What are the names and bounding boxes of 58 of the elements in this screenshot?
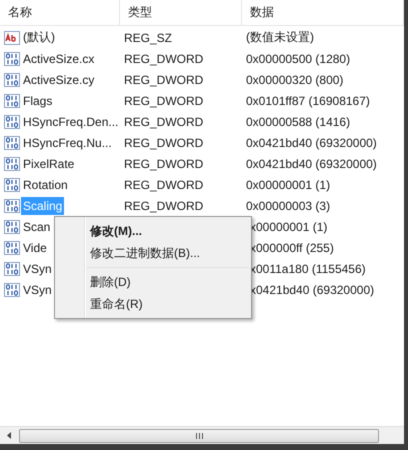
- value-name[interactable]: HSyncFreq.Nu...: [21, 134, 114, 152]
- value-data: 0x00000320 (800): [246, 72, 344, 86]
- binary-value-icon: [4, 94, 20, 108]
- value-data: 0x0421bd40 (69320000): [246, 136, 377, 150]
- value-name[interactable]: Flags: [21, 92, 54, 110]
- value-data: 0x00000500 (1280): [246, 52, 350, 66]
- value-type: REG_SZ: [124, 30, 172, 44]
- value-type: REG_DWORD: [124, 198, 204, 212]
- value-type: REG_DWORD: [124, 52, 204, 66]
- value-type: REG_DWORD: [124, 94, 204, 108]
- value-type: REG_DWORD: [124, 114, 204, 128]
- value-name[interactable]: PixelRate: [21, 154, 76, 172]
- binary-value-icon: [4, 262, 20, 276]
- column-header[interactable]: 数据: [242, 0, 404, 25]
- value-data: x00000001 (1): [250, 220, 328, 234]
- column-header[interactable]: 类型: [120, 0, 242, 25]
- menu-item[interactable]: 删除(D): [57, 271, 249, 293]
- binary-value-icon: [4, 156, 20, 170]
- value-name[interactable]: Scan: [21, 218, 52, 236]
- menu-item[interactable]: 修改(M)...: [57, 220, 249, 242]
- scrollbar-thumb[interactable]: [19, 428, 379, 442]
- binary-value-icon: [4, 178, 20, 192]
- value-data: x000000ff (255): [250, 240, 334, 254]
- value-type: REG_DWORD: [124, 178, 204, 192]
- binary-value-icon: [4, 240, 20, 254]
- menu-item[interactable]: 重命名(R): [57, 293, 249, 315]
- binary-value-icon: [4, 136, 20, 150]
- value-data: 0x0101ff87 (16908167): [246, 94, 370, 108]
- value-type: REG_DWORD: [124, 72, 204, 86]
- value-name[interactable]: HSyncFreq.Den...: [21, 112, 120, 130]
- value-name[interactable]: ActiveSize.cx: [21, 50, 96, 68]
- value-name[interactable]: (默认): [21, 27, 57, 48]
- string-value-icon: [4, 30, 20, 44]
- menu-item[interactable]: 修改二进制数据(B)...: [57, 242, 249, 264]
- value-data: x0421bd40 (69320000): [250, 282, 374, 296]
- horizontal-scrollbar[interactable]: [0, 426, 404, 444]
- value-name[interactable]: Rotation: [21, 176, 70, 194]
- binary-value-icon: [4, 220, 20, 234]
- value-data: 0x0421bd40 (69320000): [246, 156, 377, 170]
- value-name[interactable]: VSyn: [21, 280, 54, 298]
- value-name[interactable]: Vide: [21, 238, 49, 256]
- binary-value-icon: [4, 198, 20, 212]
- value-data: x0011a180 (1155456): [250, 262, 366, 276]
- binary-value-icon: [4, 114, 20, 128]
- value-data: 0x00000003 (3): [246, 198, 330, 212]
- value-data: 0x00000588 (1416): [246, 114, 350, 128]
- column-header[interactable]: 名称: [0, 0, 120, 25]
- value-data: 0x00000001 (1): [246, 178, 330, 192]
- value-type: REG_DWORD: [124, 156, 204, 170]
- binary-value-icon: [4, 282, 20, 296]
- value-data: (数值未设置): [246, 30, 314, 44]
- binary-value-icon: [4, 72, 20, 86]
- value-type: REG_DWORD: [124, 136, 204, 150]
- value-name[interactable]: VSyn: [21, 260, 54, 278]
- binary-value-icon: [4, 52, 20, 66]
- scroll-left-icon[interactable]: [6, 432, 10, 439]
- grip-icon: [196, 432, 202, 438]
- value-name[interactable]: ActiveSize.cy: [21, 70, 96, 88]
